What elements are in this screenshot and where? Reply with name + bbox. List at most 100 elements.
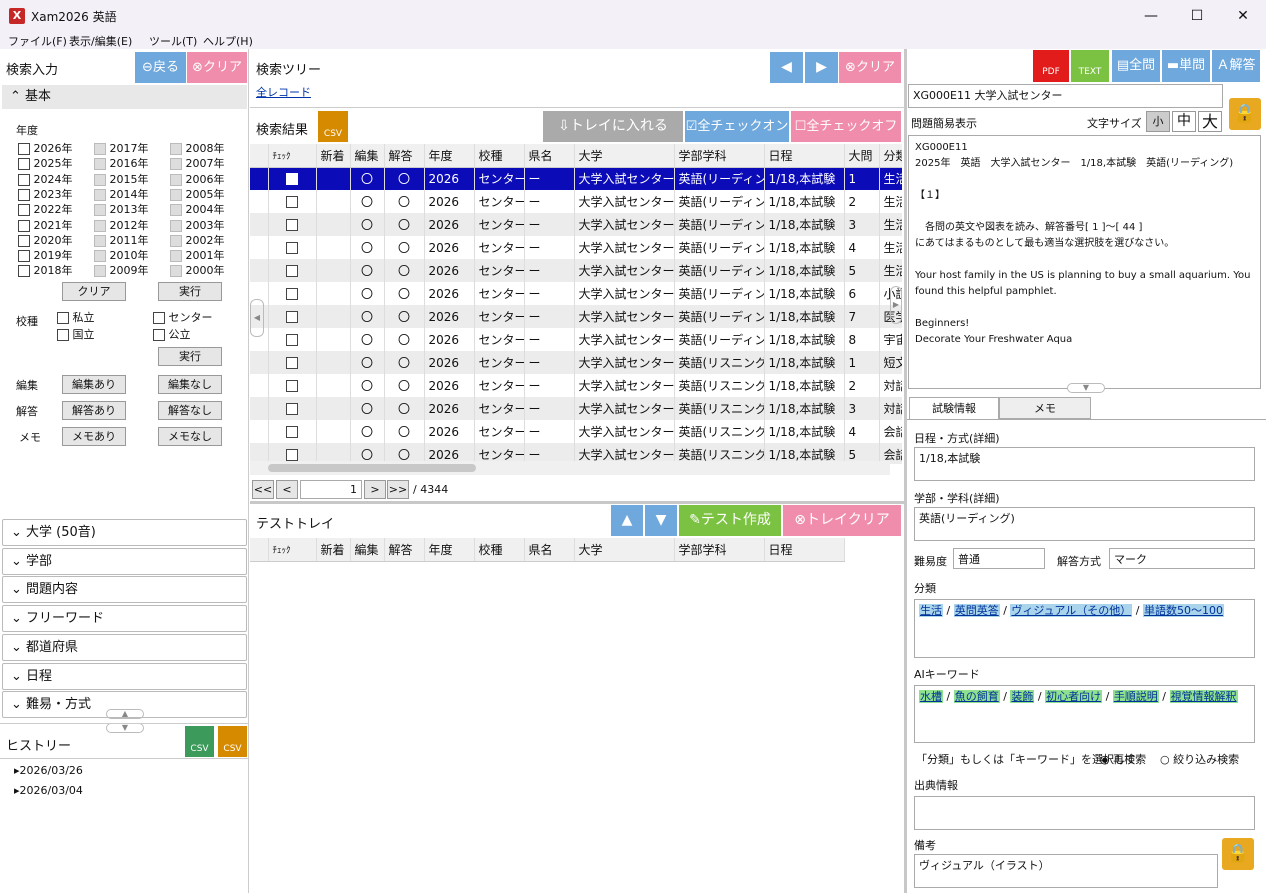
year-checkbox[interactable]: 2012年 xyxy=(94,217,149,233)
column-header[interactable]: 学部学科 xyxy=(674,144,765,168)
row-header[interactable] xyxy=(250,259,269,282)
row-checkbox[interactable] xyxy=(268,236,317,259)
row-checkbox[interactable] xyxy=(268,420,317,443)
table-row[interactable]: 〇〇2026センターー大学入試センター英語(リーディング)1/18,本試験8宇宙 xyxy=(250,328,902,351)
notes-field[interactable]: ヴィジュアル（イラスト） xyxy=(914,854,1218,888)
column-header[interactable]: 大学 xyxy=(574,538,675,562)
check-all-off-button[interactable]: ☐全チェックオフ xyxy=(791,111,901,142)
row-checkbox[interactable] xyxy=(268,282,317,305)
edit-no-button[interactable]: 編集なし xyxy=(158,375,222,394)
year-checkbox[interactable]: 2024年 xyxy=(18,171,73,187)
edit-yes-button[interactable]: 編集あり xyxy=(62,375,126,394)
history-export-csv-icon[interactable]: CSV xyxy=(218,726,247,757)
tray-in-button[interactable]: ⇩トレイに入れる xyxy=(543,111,683,142)
year-checkbox[interactable]: 2022年 xyxy=(18,201,73,217)
year-checkbox[interactable]: 2005年 xyxy=(170,186,225,202)
collapse-up-icon[interactable]: ▲ xyxy=(106,709,144,719)
answer-button[interactable]: Ａ解答 xyxy=(1212,50,1260,82)
menu-view-edit[interactable]: 表示/編集(E) xyxy=(69,33,132,49)
memo-yes-button[interactable]: メモあり xyxy=(62,427,126,446)
column-header[interactable]: 日程 xyxy=(764,144,845,168)
answer-no-button[interactable]: 解答なし xyxy=(158,401,222,420)
column-header[interactable]: 年度 xyxy=(424,538,475,562)
tree-forward-icon[interactable]: ▶ xyxy=(805,52,838,83)
keyword-tag[interactable]: 魚の飼育 xyxy=(953,690,1000,703)
classification-tag[interactable]: 単語数50～100 xyxy=(1143,604,1225,617)
row-header[interactable] xyxy=(250,190,269,213)
table-row[interactable]: 〇〇2026センターー大学入試センター英語(リーディング)1/18,本試験4生活 xyxy=(250,236,902,259)
classification-tag[interactable]: ヴィジュアル（その他） xyxy=(1010,604,1133,617)
collapse-down-icon[interactable]: ▼ xyxy=(1067,383,1105,393)
accordion-item[interactable]: ⌄ 問題内容 xyxy=(2,576,247,604)
tab-memo[interactable]: メモ xyxy=(999,397,1091,419)
year-checkbox[interactable]: 2008年 xyxy=(170,140,225,156)
year-checkbox[interactable]: 2010年 xyxy=(94,247,149,263)
pager-next-button[interactable]: > xyxy=(364,480,386,499)
filter-radio[interactable]: ○ 絞り込み検索 xyxy=(1160,751,1239,767)
table-row[interactable]: 〇〇2026センターー大学入試センター英語(リーディング)1/18,本試験3生活 xyxy=(250,213,902,236)
horizontal-scrollbar[interactable] xyxy=(250,461,890,475)
column-header[interactable]: 新着 xyxy=(316,538,351,562)
pager-first-button[interactable]: << xyxy=(252,480,274,499)
accordion-item[interactable]: ⌄ 大学 (50音) xyxy=(2,519,247,546)
pager-page-input[interactable]: 1 xyxy=(300,480,362,499)
row-checkbox[interactable] xyxy=(268,213,317,236)
year-checkbox[interactable]: 2017年 xyxy=(94,140,149,156)
school-private[interactable]: 私立 xyxy=(57,309,95,325)
row-header[interactable] xyxy=(250,213,269,236)
source-field[interactable] xyxy=(914,796,1255,830)
accordion-item[interactable]: ⌄ 学部 xyxy=(2,547,247,575)
table-row[interactable]: 〇〇2026センターー大学入試センター英語(リスニング)1/18,本試験2対話 xyxy=(250,374,902,397)
keyword-tag[interactable]: 手順説明 xyxy=(1112,690,1159,703)
text-icon[interactable]: TEXT xyxy=(1071,50,1109,82)
row-header[interactable] xyxy=(250,397,269,420)
single-question-button[interactable]: ▬単問 xyxy=(1162,50,1210,82)
all-records-link[interactable]: 全レコード xyxy=(256,84,311,100)
year-checkbox[interactable]: 2026年 xyxy=(18,140,73,156)
year-checkbox[interactable]: 2003年 xyxy=(170,217,225,233)
pdf-icon[interactable]: PDF xyxy=(1033,50,1069,82)
classification-field[interactable]: 生活 / 英問英答 / ヴィジュアル（その他） / 単語数50～100 xyxy=(914,599,1255,658)
year-checkbox[interactable]: 2023年 xyxy=(18,186,73,202)
column-header[interactable]: 大問 xyxy=(844,144,880,168)
splitter[interactable] xyxy=(250,501,904,504)
classification-tag[interactable]: 英問英答 xyxy=(953,604,1000,617)
tab-exam-info[interactable]: 試験情報 xyxy=(909,397,999,419)
table-row[interactable]: 〇〇2026センターー大学入試センター英語(リーディング)1/18,本試験5生活 xyxy=(250,259,902,282)
school-run-button[interactable]: 実行 xyxy=(158,347,222,366)
table-row[interactable]: 〇〇2026センターー大学入試センター英語(リーディング)1/18,本試験2生活 xyxy=(250,190,902,213)
history-import-csv-icon[interactable]: CSV xyxy=(185,726,214,757)
research-radio[interactable]: ◉ 再検索 xyxy=(1100,751,1146,767)
table-row[interactable]: 〇〇2026センターー大学入試センター英語(リスニング)1/18,本試験3対話 xyxy=(250,397,902,420)
year-checkbox[interactable]: 2021年 xyxy=(18,217,73,233)
tray-clear-button[interactable]: ⊗トレイクリア xyxy=(783,505,901,536)
check-all-on-button[interactable]: ☑全チェックオン xyxy=(685,111,789,142)
collapse-right-icon[interactable]: ▶ xyxy=(890,286,902,324)
school-national[interactable]: 国立 xyxy=(57,326,95,342)
year-checkbox[interactable]: 2009年 xyxy=(94,262,149,278)
row-header[interactable] xyxy=(250,420,269,443)
menu-tools[interactable]: ツール(T) xyxy=(149,33,197,49)
table-row[interactable]: 〇〇2026センターー大学入試センター英語(リスニング)1/18,本試験4会話 xyxy=(250,420,902,443)
table-row[interactable]: 〇〇2026センターー大学入試センター英語(リスニング)1/18,本試験1短文 xyxy=(250,351,902,374)
column-header[interactable]: 県名 xyxy=(524,144,575,168)
school-public[interactable]: 公立 xyxy=(153,326,191,342)
dept-field[interactable]: 英語(リーディング) xyxy=(914,507,1255,541)
row-header[interactable] xyxy=(250,374,269,397)
table-row[interactable]: 〇〇2026センターー大学入試センター英語(リーディング)1/18,本試験6小説 xyxy=(250,282,902,305)
year-checkbox[interactable]: 2000年 xyxy=(170,262,225,278)
tree-back-icon[interactable]: ◀ xyxy=(770,52,803,83)
year-checkbox[interactable]: 2004年 xyxy=(170,201,225,217)
back-button[interactable]: ⊖戻る xyxy=(135,52,186,83)
classification-tag[interactable]: 生活 xyxy=(919,604,943,617)
year-checkbox[interactable]: 2014年 xyxy=(94,186,149,202)
column-header[interactable]: 校種 xyxy=(474,144,525,168)
column-header[interactable]: 年度 xyxy=(424,144,475,168)
ai-keyword-field[interactable]: 水槽 / 魚の飼育 / 装飾 / 初心者向け / 手順説明 / 視覚情報解釈 xyxy=(914,685,1255,743)
font-small-button[interactable]: 小 xyxy=(1146,111,1170,132)
method-field[interactable]: マーク xyxy=(1109,548,1255,569)
row-header[interactable] xyxy=(250,167,269,190)
minimize-button[interactable]: — xyxy=(1128,2,1174,30)
difficulty-field[interactable]: 普通 xyxy=(953,548,1045,569)
year-checkbox[interactable]: 2016年 xyxy=(94,155,149,171)
